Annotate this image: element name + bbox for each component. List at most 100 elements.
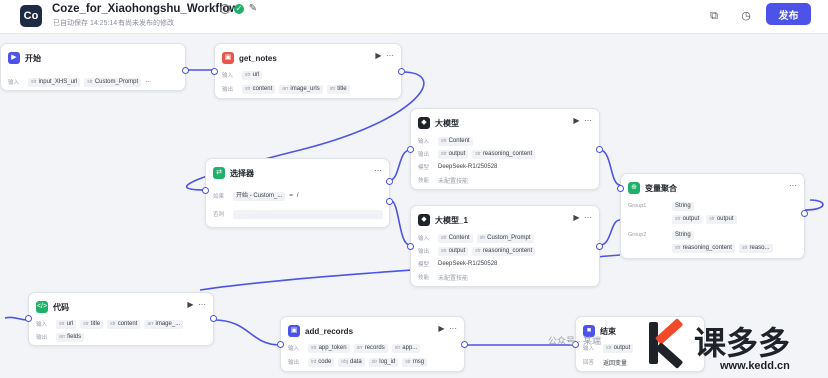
row-label: 回答 bbox=[583, 360, 595, 366]
info-icon[interactable]: i bbox=[220, 4, 230, 14]
row-label: 输入 bbox=[36, 322, 48, 328]
row-label: 输出 bbox=[36, 335, 48, 341]
param-chip: str url bbox=[242, 70, 263, 80]
node-title: 代码 bbox=[53, 302, 69, 312]
param-chip: obj data bbox=[338, 357, 365, 367]
param-chip: str Custom_Prompt bbox=[476, 233, 534, 243]
input-port[interactable] bbox=[25, 315, 32, 322]
param-chip: str log_id bbox=[368, 357, 399, 367]
node-variable-merge[interactable]: ⊕ 变量聚合 ··· Group1 String str output str output… bbox=[617, 173, 808, 259]
node-title: get_notes bbox=[239, 53, 277, 63]
model-name: DeepSeek-R1/250528 bbox=[438, 164, 498, 170]
node-title: 结束 bbox=[600, 326, 616, 336]
param-chip: str input_XHS_url bbox=[28, 77, 81, 87]
condition-source[interactable]: 开始 - Custom_... bbox=[233, 191, 286, 201]
publish-button[interactable]: 发布 bbox=[766, 3, 811, 25]
condition-value[interactable]: / bbox=[297, 193, 299, 199]
param-chip: arr image_... bbox=[144, 319, 184, 329]
node-start[interactable]: ▶ 开始 输入 str input_XHS_url str Custom_Prompt ··… bbox=[0, 43, 189, 91]
input-port[interactable] bbox=[407, 243, 414, 250]
param-chip: int code bbox=[308, 357, 335, 367]
param-chip: str output bbox=[438, 149, 469, 159]
watermark-site: www.kedd.cn bbox=[720, 360, 790, 372]
row-label: 如果 bbox=[213, 194, 225, 200]
workflow-title[interactable]: Coze_for_Xiaohongshu_Workflow bbox=[52, 3, 238, 15]
node-get-notes[interactable]: ▣ get_notes ▶ ··· 输入 str url 输出 str content arr… bbox=[211, 43, 405, 99]
copy-icon[interactable]: ⧉ bbox=[706, 8, 722, 24]
node-actions[interactable]: ▶ ··· bbox=[438, 324, 457, 333]
input-port[interactable] bbox=[202, 187, 209, 194]
node-title: add_records bbox=[305, 326, 354, 336]
output-port[interactable] bbox=[210, 315, 217, 322]
var-chip: str reasoning_content bbox=[672, 243, 735, 253]
unpublished-notice: 有尚未发布的修改 bbox=[118, 20, 174, 27]
node-actions[interactable]: ▶ ··· bbox=[187, 300, 206, 309]
autosave-status: 已自动保存 14:25:14 bbox=[53, 20, 118, 27]
node-title: 大模型_1 bbox=[435, 215, 468, 225]
var-chip: str reaso... bbox=[738, 243, 773, 253]
node-selector[interactable]: ⇄ 选择器 ··· 如果 开始 - Custom_... = / 否则 bbox=[202, 158, 393, 228]
app-logo: Co bbox=[20, 5, 42, 27]
edit-icon[interactable]: ✎ bbox=[248, 4, 258, 14]
node-llm-1[interactable]: ◆ 大模型_1 ▶ ··· 输入 str Content str Custom_Prompt… bbox=[407, 205, 603, 287]
input-port[interactable] bbox=[211, 68, 218, 75]
output-port[interactable] bbox=[801, 210, 808, 217]
condition-operator[interactable]: = bbox=[289, 193, 293, 199]
output-port[interactable] bbox=[596, 146, 603, 153]
edge-selector-llm1 bbox=[389, 149, 411, 181]
param-chip: str output bbox=[603, 343, 634, 353]
var-chip: str output bbox=[672, 214, 703, 224]
node-actions[interactable]: ▶ ··· bbox=[573, 116, 592, 125]
else-branch bbox=[233, 209, 383, 219]
param-chip: str output bbox=[438, 246, 469, 256]
row-label: 否则 bbox=[213, 212, 225, 218]
edge-selector-llm2 bbox=[389, 199, 411, 246]
row-label: 输出 bbox=[288, 360, 300, 366]
param-chip: str content bbox=[242, 84, 276, 94]
param-chip: str app_token bbox=[308, 343, 350, 353]
answer-mode: 返回变量 bbox=[603, 360, 628, 367]
node-add-records[interactable]: ▣ add_records ▶ ··· 输入 str app_token arr recor… bbox=[277, 316, 468, 372]
more-icon[interactable]: ··· bbox=[145, 79, 151, 85]
node-title: 选择器 bbox=[230, 168, 254, 178]
param-chip: str app... bbox=[391, 343, 421, 353]
history-icon[interactable]: ◷ bbox=[738, 8, 754, 24]
node-actions[interactable]: ··· bbox=[374, 166, 382, 175]
input-port[interactable] bbox=[407, 146, 414, 153]
group-type: String bbox=[672, 201, 694, 211]
skill-status: 未配置技能 bbox=[438, 178, 469, 185]
row-label: 模型 bbox=[418, 165, 430, 171]
start-icon: ▶ bbox=[8, 52, 20, 64]
row-label: 技能 bbox=[418, 275, 430, 281]
input-port[interactable] bbox=[277, 341, 284, 348]
edge-merge-code bbox=[804, 199, 824, 211]
node-llm[interactable]: ◆ 大模型 ▶ ··· 输入 str Content 输出 str output str rea… bbox=[407, 108, 603, 190]
output-port[interactable] bbox=[398, 68, 405, 75]
row-label: 输入 bbox=[418, 139, 430, 145]
output-port[interactable] bbox=[596, 243, 603, 250]
param-chip: str Content bbox=[438, 136, 473, 146]
param-chip: arr image_urls bbox=[279, 84, 323, 94]
row-label: 输入 bbox=[8, 80, 20, 86]
code-icon: </> bbox=[36, 301, 48, 313]
edge-llm1-merge bbox=[599, 149, 621, 186]
watermark-account: 公众号 · 某端 bbox=[548, 336, 601, 346]
watermark-brand: 课多多 bbox=[694, 325, 791, 361]
param-chip: str Content bbox=[438, 233, 473, 243]
param-chip: str Custom_Prompt bbox=[84, 77, 142, 87]
node-actions[interactable]: ··· bbox=[789, 181, 797, 190]
node-actions[interactable]: ▶ ··· bbox=[375, 51, 394, 60]
input-port[interactable] bbox=[617, 185, 624, 192]
node-actions[interactable]: ▶ ··· bbox=[573, 213, 592, 222]
node-title: 大模型 bbox=[435, 118, 459, 128]
param-chip: str reasoning_content bbox=[472, 149, 536, 159]
if-port[interactable] bbox=[386, 178, 393, 185]
top-bar: Co Coze_for_Xiaohongshu_Workflow i ✓ ✎ 已… bbox=[0, 0, 828, 34]
node-code[interactable]: </> 代码 ▶ ··· 输入 str url str title str content arr… bbox=[25, 292, 217, 346]
edge-llm2-merge bbox=[599, 219, 621, 246]
else-port[interactable] bbox=[386, 198, 393, 205]
output-port[interactable] bbox=[461, 341, 468, 348]
output-port[interactable] bbox=[182, 67, 189, 74]
node-title: 变量聚合 bbox=[645, 183, 677, 193]
row-label: 输入 bbox=[288, 346, 300, 352]
